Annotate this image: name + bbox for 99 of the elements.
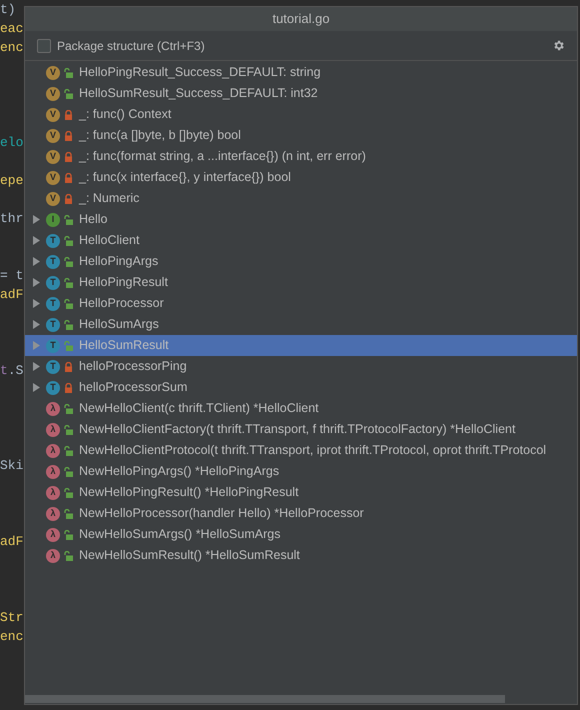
structure-item[interactable]: V _: func() Context xyxy=(25,104,577,125)
expand-arrow-icon[interactable] xyxy=(32,299,40,308)
kind-icon: λ xyxy=(46,422,60,436)
kind-icon: T xyxy=(46,276,60,290)
kind-icon: V xyxy=(46,108,60,122)
structure-item[interactable]: V HelloPingResult_Success_DEFAULT: string xyxy=(25,62,577,83)
code-text: enc xyxy=(0,628,24,646)
popup-title: tutorial.go xyxy=(272,10,330,28)
expand-arrow-icon[interactable] xyxy=(32,383,40,392)
structure-item-label: HelloClient xyxy=(79,232,140,250)
structure-item[interactable]: λ NewHelloPingArgs() *HelloPingArgs xyxy=(25,461,577,482)
structure-item[interactable]: λ NewHelloSumResult() *HelloSumResult xyxy=(25,545,577,566)
structure-item-label: helloProcessorPing xyxy=(79,358,187,376)
kind-icon: I xyxy=(46,212,60,226)
checkbox-label: Package structure (Ctrl+F3) xyxy=(57,38,205,54)
structure-item-label: HelloSumResult xyxy=(79,337,169,354)
expand-arrow-icon[interactable] xyxy=(32,278,40,287)
structure-item-label: NewHelloSumResult() *HelloSumResult xyxy=(79,547,300,564)
structure-item[interactable]: T helloProcessorSum xyxy=(25,377,577,398)
kind-icon: V xyxy=(46,86,60,100)
kind-icon: V xyxy=(46,192,60,206)
kind-icon: λ xyxy=(46,548,60,562)
structure-item[interactable]: T HelloClient xyxy=(25,230,577,251)
kind-icon: T xyxy=(46,380,60,394)
code-text: adF xyxy=(0,533,24,551)
code-text: epe xyxy=(0,172,24,190)
structure-item-label: Hello xyxy=(79,211,108,228)
structure-item[interactable]: λ NewHelloClientProtocol(t thrift.TTransport, iprot thrift.TProtocol, oprot thrift.TProtocol xyxy=(25,440,577,461)
code-text: = t xyxy=(0,267,24,285)
structure-item-label: NewHelloSumArgs() *HelloSumArgs xyxy=(79,526,280,544)
kind-icon: V xyxy=(46,128,60,142)
code-text: eac xyxy=(0,20,24,38)
structure-item-label: NewHelloClientFactory(t thrift.TTransport, f thrift.TProtocolFactory) *HelloClient xyxy=(79,421,516,438)
kind-icon: T xyxy=(46,254,60,268)
kind-icon: T xyxy=(46,296,60,310)
structure-item-label: NewHelloClientProtocol(t thrift.TTransport, iprot thrift.TProtocol, oprot thrift.TProtocol xyxy=(79,442,546,460)
structure-item-label: _: func(x interface{}, y interface{}) bool xyxy=(79,169,291,186)
expand-arrow-icon[interactable] xyxy=(32,257,40,266)
code-text: Str xyxy=(0,609,24,627)
structure-item-label: helloProcessorSum xyxy=(79,379,188,396)
expand-arrow-icon[interactable] xyxy=(32,362,40,371)
structure-item[interactable]: λ NewHelloPingResult() *HelloPingResult xyxy=(25,482,577,503)
kind-icon: λ xyxy=(46,444,60,458)
structure-item[interactable]: λ NewHelloClient(c thrift.TClient) *HelloClient xyxy=(25,398,577,419)
code-text: thr xyxy=(0,210,24,228)
structure-item[interactable]: I Hello xyxy=(25,209,577,230)
kind-icon: V xyxy=(46,170,60,184)
structure-item-label: HelloSumResult_Success_DEFAULT: int32 xyxy=(79,85,318,102)
kind-icon: λ xyxy=(46,486,60,500)
structure-item[interactable]: V HelloSumResult_Success_DEFAULT: int32 xyxy=(25,83,577,104)
structure-item-label: NewHelloPingArgs() *HelloPingArgs xyxy=(79,463,280,480)
structure-item-label: NewHelloClient(c thrift.TClient) *HelloClient xyxy=(79,400,319,418)
code-text: .S xyxy=(8,362,24,380)
structure-item-label: HelloSumArgs xyxy=(79,316,159,334)
structure-item[interactable]: λ NewHelloProcessor(handler Hello) *HelloProcessor xyxy=(25,503,577,524)
expand-arrow-icon[interactable] xyxy=(32,215,40,224)
structure-item[interactable]: T HelloProcessor xyxy=(25,293,577,314)
expand-arrow-icon[interactable] xyxy=(32,236,40,245)
structure-item-label: HelloPingResult_Success_DEFAULT: string xyxy=(79,64,321,82)
kind-icon: T xyxy=(46,318,60,332)
structure-item-label: _: func(a []byte, b []byte) bool xyxy=(79,127,241,144)
structure-item-label: HelloPingArgs xyxy=(79,253,158,270)
code-text: Ski xyxy=(0,457,24,475)
structure-item-label: _: Numeric xyxy=(79,190,140,208)
structure-item-label: NewHelloProcessor(handler Hello) *HelloProcessor xyxy=(79,505,364,522)
structure-item[interactable]: V _: Numeric xyxy=(25,188,577,209)
kind-icon: T xyxy=(46,234,60,248)
kind-icon: λ xyxy=(46,402,60,416)
structure-item[interactable]: T HelloSumResult xyxy=(25,335,577,356)
structure-item-label: _: func(format string, a ...interface{}) (n int, err error) xyxy=(79,148,366,166)
structure-item[interactable]: V _: func(a []byte, b []byte) bool xyxy=(25,125,577,146)
structure-item-label: _: func() Context xyxy=(79,106,172,124)
expand-arrow-icon[interactable] xyxy=(32,320,40,329)
structure-item-label: HelloPingResult xyxy=(79,274,168,292)
scrollbar-thumb[interactable] xyxy=(25,695,505,703)
kind-icon: V xyxy=(46,150,60,164)
structure-item-label: HelloProcessor xyxy=(79,295,164,312)
settings-icon[interactable] xyxy=(552,39,565,52)
code-text: adF xyxy=(0,286,24,304)
structure-item[interactable]: T helloProcessorPing xyxy=(25,356,577,377)
kind-icon: λ xyxy=(46,506,60,520)
structure-item[interactable]: V _: func(format string, a ...interface{}) (n int, err error) xyxy=(25,146,577,167)
code-text: t xyxy=(0,362,8,380)
code-text: t) xyxy=(0,1,16,19)
structure-item[interactable]: λ NewHelloClientFactory(t thrift.TTransport, f thrift.TProtocolFactory) *HelloClient xyxy=(25,419,577,440)
checkbox[interactable] xyxy=(37,38,51,52)
structure-item[interactable]: λ NewHelloSumArgs() *HelloSumArgs xyxy=(25,524,577,545)
structure-item[interactable]: T HelloPingArgs xyxy=(25,251,577,272)
structure-item[interactable]: T HelloSumArgs xyxy=(25,314,577,335)
kind-icon: V xyxy=(46,66,60,80)
structure-item[interactable]: T HelloPingResult xyxy=(25,272,577,293)
kind-icon: λ xyxy=(46,528,60,542)
kind-icon: T xyxy=(46,360,60,374)
code-text: enc xyxy=(0,39,24,57)
code-text: elo xyxy=(0,134,24,152)
structure-item[interactable]: V _: func(x interface{}, y interface{}) bool xyxy=(25,167,577,188)
kind-icon: T xyxy=(46,338,60,352)
kind-icon: λ xyxy=(46,464,60,478)
structure-item-label: NewHelloPingResult() *HelloPingResult xyxy=(79,484,299,502)
